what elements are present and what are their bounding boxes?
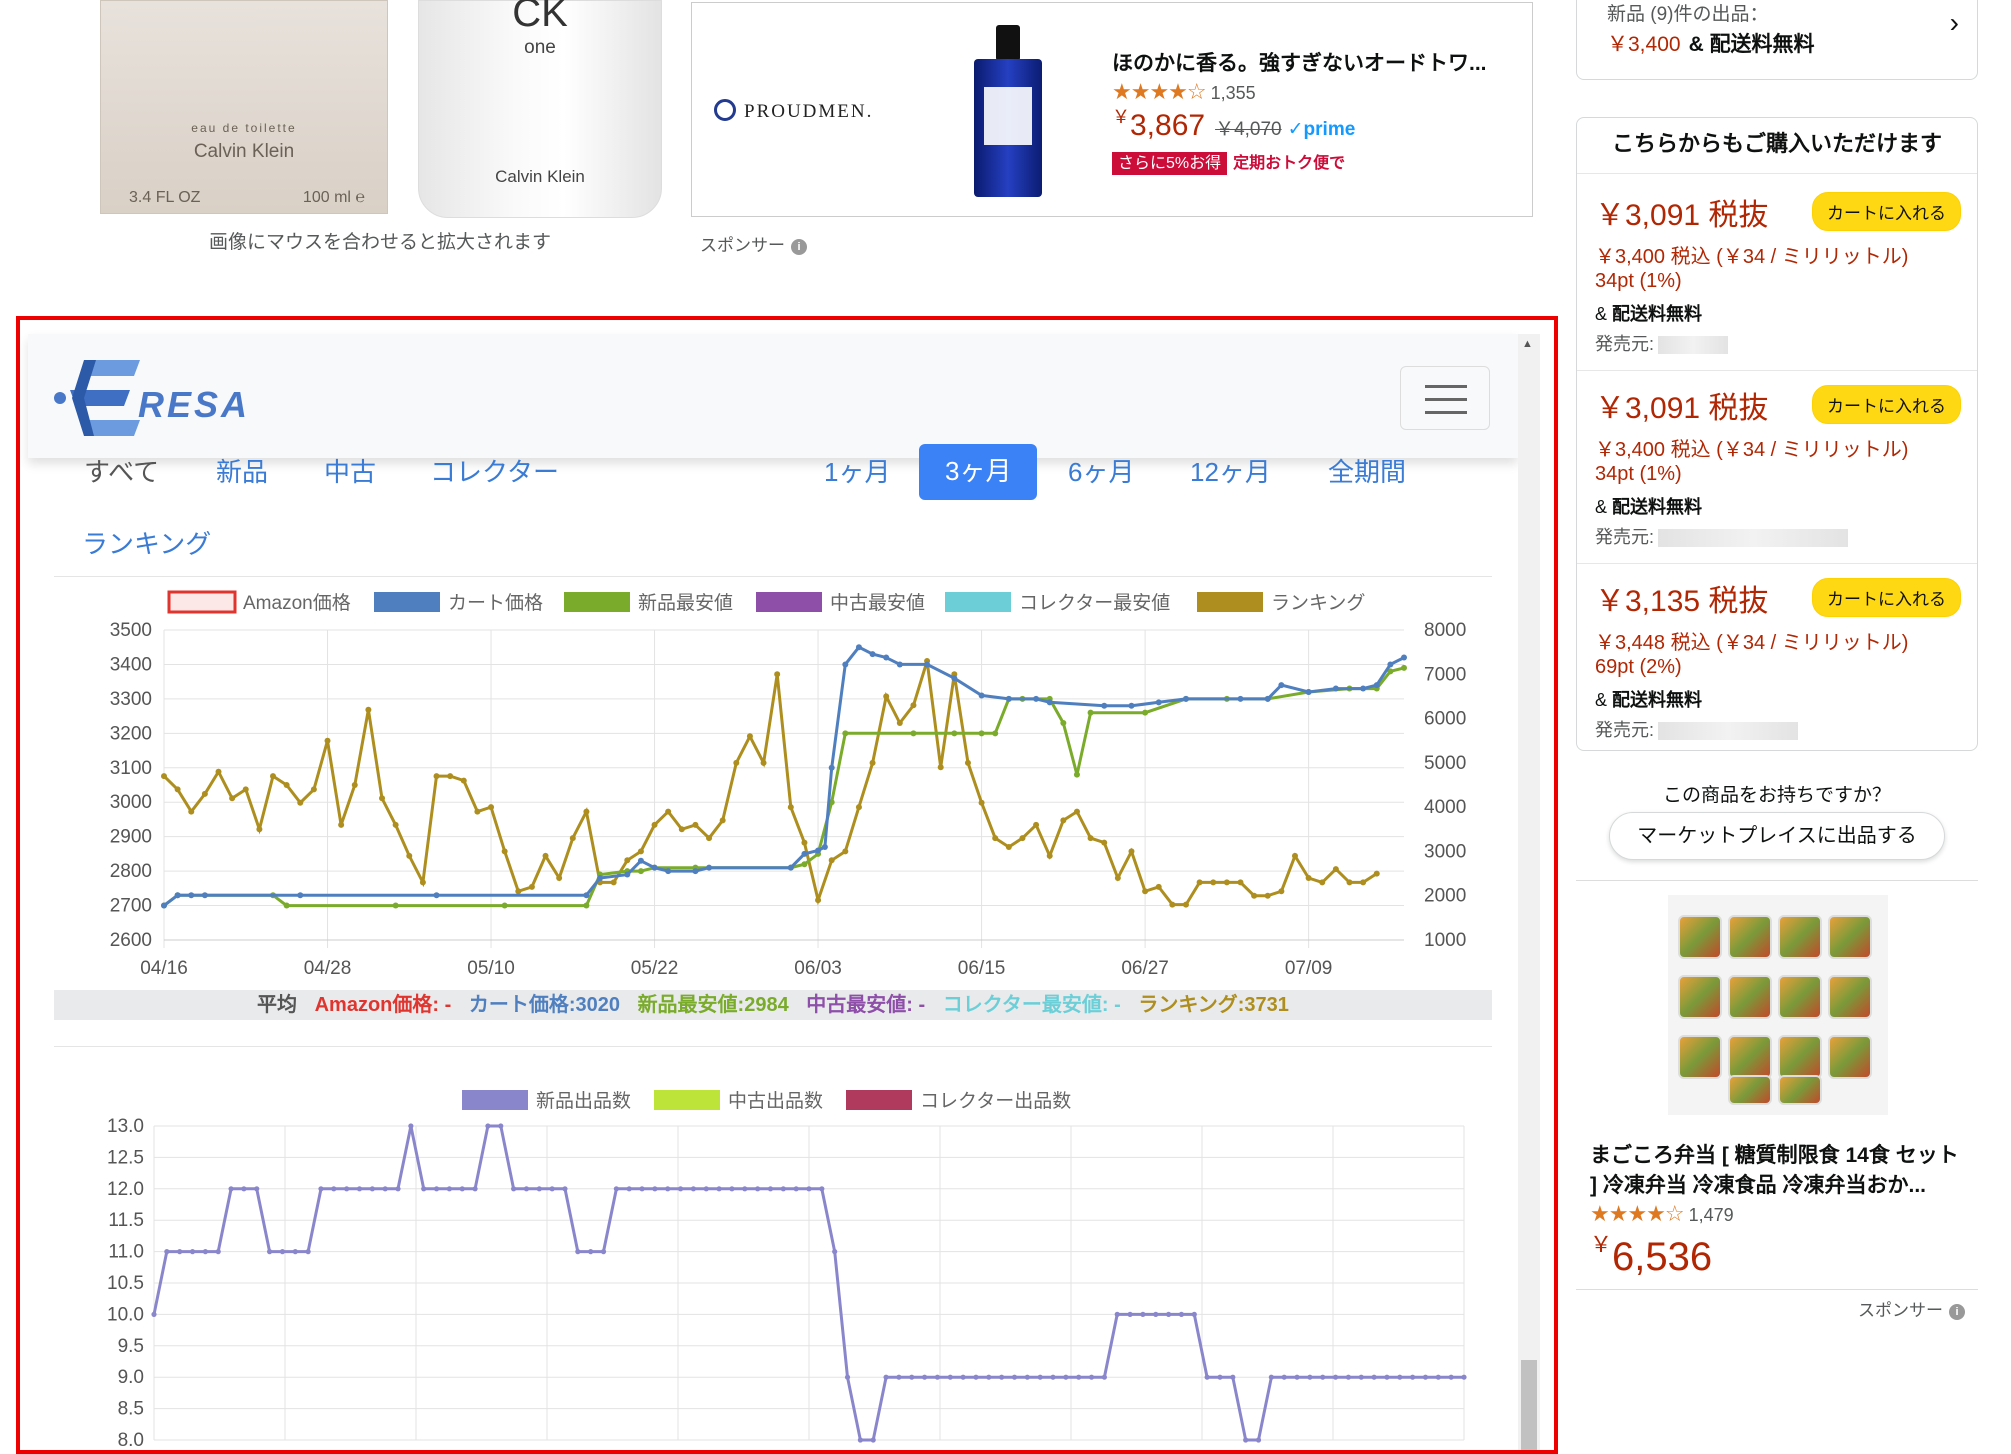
offer-tax-incl: ￥3,400 税込 (￥34 / ミリリットル)	[1595, 439, 1909, 461]
ad-brand: PROUDMEN.	[744, 101, 874, 122]
other-offers-header: こちらからもご購入いただけます	[1577, 126, 1977, 174]
info-icon[interactable]: i	[1949, 1303, 1965, 1320]
ad-rating[interactable]: ★★★★☆ 1,355	[1112, 79, 1256, 105]
new-offers-card[interactable]: 新品 (9)件の出品： ￥3,400 & 配送料無料 ›	[1576, 0, 1978, 80]
ad-rating-count: 1,355	[1210, 83, 1256, 103]
new-offers-count: 新品 (9)件の出品：	[1607, 4, 1769, 25]
price-value: 3,867	[1130, 109, 1206, 142]
offer-shipping: & 配送料無料	[1595, 304, 1703, 324]
bento-image[interactable]	[1668, 895, 1888, 1115]
box-size-oz: 3.4 FL OZ	[129, 189, 201, 206]
offer-tax-incl: ￥3,448 税込 (￥34 / ミリリットル)	[1595, 632, 1909, 654]
side-sponsored-ad[interactable]: まごころ弁当 [ 糖質制限食 14食 セット ] 冷凍弁当 冷凍食品 冷凍弁当お…	[1576, 880, 1978, 1290]
offer-shipping: & 配送料無料	[1595, 690, 1703, 710]
ad-promo: さらに5%お得 定期おトク便で	[1112, 149, 1346, 175]
brand-ring-icon	[714, 99, 736, 121]
box-brand-text: Calvin Klein	[193, 141, 295, 162]
offer-points: 34pt (1%)	[1595, 463, 1682, 485]
side-ad-title[interactable]: まごころ弁当 [ 糖質制限食 14食 セット ] 冷凍弁当 冷凍食品 冷凍弁当お…	[1590, 1141, 1970, 1201]
promo-badge: さらに5%お得	[1112, 152, 1228, 175]
side-ad-sponsor-label[interactable]: スポンサー i	[1858, 1296, 1965, 1321]
offer-shipping: & 配送料無料	[1595, 497, 1703, 517]
product-thumbnail-bottle[interactable]: CK one Calvin Klein	[418, 0, 662, 218]
other-offers-card: こちらからもご購入いただけます ￥3,091 税抜 カートに入れる ￥3,400…	[1576, 117, 1978, 751]
prime-badge: ✓prime	[1287, 119, 1356, 140]
offer-seller[interactable]: 発売元:	[1595, 523, 1849, 549]
ad-sponsor-label[interactable]: スポンサー i	[700, 231, 807, 256]
offer-points: 69pt (2%)	[1595, 656, 1682, 678]
star-rating-icon: ★★★★☆	[1590, 1201, 1685, 1226]
offer-item: ￥3,135 税抜 カートに入れる ￥3,448 税込 (￥34 / ミリリット…	[1577, 564, 1977, 757]
ad-brand-logo: PROUDMEN.	[714, 99, 873, 123]
perfume-image[interactable]	[974, 25, 1042, 197]
side-ad-rating[interactable]: ★★★★☆ 1,479	[1590, 1201, 1734, 1227]
box-type-text: eau de toilette	[191, 121, 297, 135]
own-item-question: この商品をお持ちですか？	[1662, 785, 1891, 806]
side-ad-price: ￥6,536	[1590, 1232, 1713, 1279]
sponsored-ad[interactable]: PROUDMEN. ほのかに香る。強すぎないオードトワ... ★★★★☆ 1,3…	[691, 2, 1533, 217]
star-rating-icon: ★★★★☆	[1112, 79, 1207, 104]
offer-price: ￥3,091 税抜	[1595, 392, 1769, 425]
info-icon[interactable]: i	[791, 238, 807, 255]
new-offers-shipping: & 配送料無料	[1688, 33, 1815, 56]
marketplace-sell-button[interactable]: マーケットプレイスに出品する	[1609, 812, 1945, 860]
new-offers-price: ￥3,400 & 配送料無料	[1607, 28, 1815, 58]
offer-item: ￥3,091 税抜 カートに入れる ￥3,400 税込 (￥34 / ミリリット…	[1577, 371, 1977, 564]
bottle-logo: CK	[512, 0, 568, 35]
box-size-ml: 100 ml ℮	[302, 189, 365, 206]
chevron-right-icon[interactable]: ›	[1950, 7, 1959, 39]
side-ad-rating-count: 1,479	[1688, 1205, 1734, 1225]
add-to-cart-button[interactable]: カートに入れる	[1812, 192, 1961, 231]
offer-seller[interactable]: 発売元:	[1595, 330, 1729, 356]
add-to-cart-button[interactable]: カートに入れる	[1812, 578, 1961, 617]
ad-price: ￥3,867 ￥4,070 ✓prime	[1112, 103, 1355, 143]
new-offers-price-value: ￥3,400	[1607, 33, 1681, 56]
offer-price: ￥3,091 税抜	[1595, 199, 1769, 232]
offer-price: ￥3,135 税抜	[1595, 585, 1769, 618]
price-symbol: ￥	[1112, 107, 1130, 127]
add-to-cart-button[interactable]: カートに入れる	[1812, 385, 1961, 424]
promo-text: 定期おトク便で	[1233, 155, 1346, 172]
offer-item: ￥3,091 税抜 カートに入れる ￥3,400 税込 (￥34 / ミリリット…	[1577, 178, 1977, 371]
bottle-name: one	[524, 37, 556, 58]
product-thumbnail-box[interactable]: eau de toilette Calvin Klein 3.4 FL OZ 1…	[100, 0, 388, 214]
highlight-frame	[16, 316, 1558, 1454]
zoom-hint: 画像にマウスを合わせると拡大されます	[208, 232, 551, 253]
list-price: ￥4,070	[1215, 119, 1282, 140]
offer-seller[interactable]: 発売元:	[1595, 716, 1799, 742]
offer-points: 34pt (1%)	[1595, 270, 1682, 292]
offer-tax-incl: ￥3,400 税込 (￥34 / ミリリットル)	[1595, 246, 1909, 268]
ad-title[interactable]: ほのかに香る。強すぎないオードトワ...	[1112, 47, 1487, 77]
bottle-brand: Calvin Klein	[495, 167, 585, 186]
